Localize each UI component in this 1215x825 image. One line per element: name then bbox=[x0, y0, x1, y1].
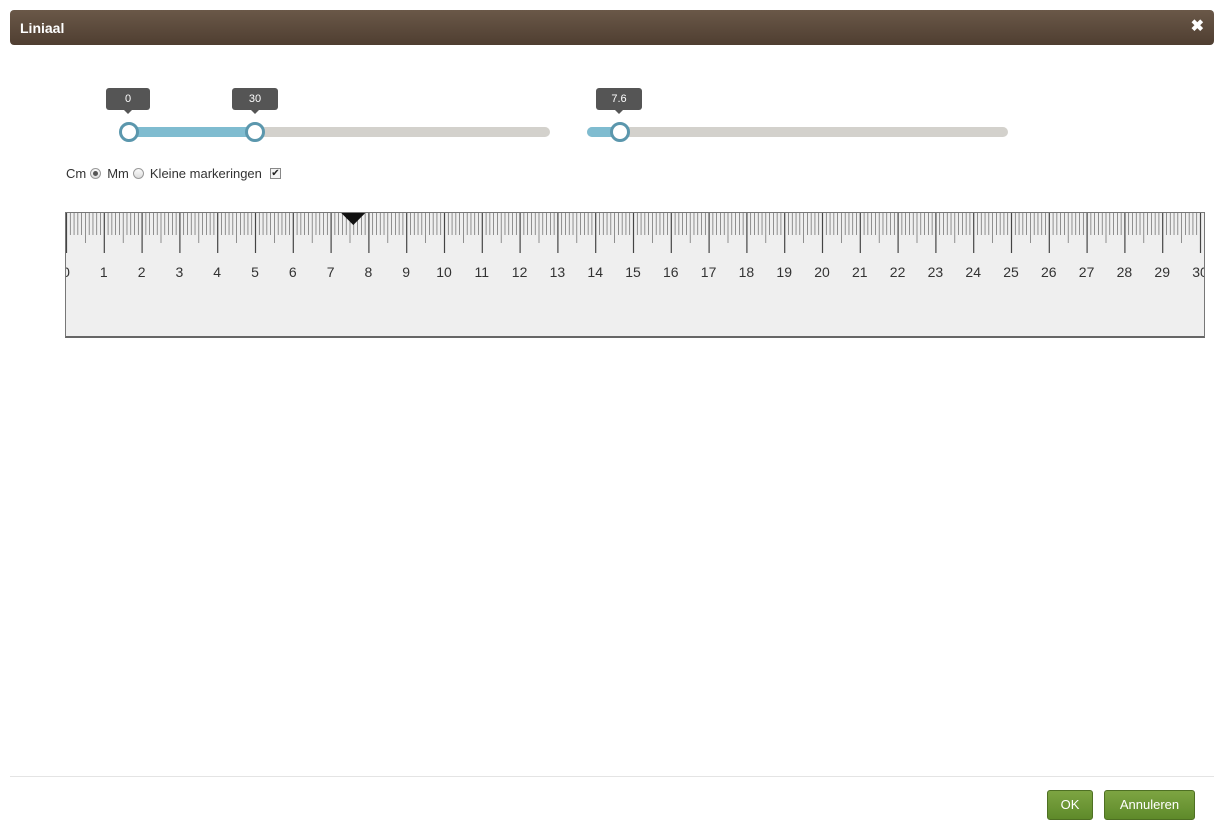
range-min-tooltip: 0 bbox=[106, 88, 150, 114]
dialog-title: Liniaal bbox=[20, 20, 65, 36]
unit-options: Cm Mm Kleine markeringen ✔ bbox=[66, 166, 281, 181]
ruler-label: 9 bbox=[402, 264, 410, 280]
ruler-label: 4 bbox=[213, 264, 221, 280]
ruler-label: 24 bbox=[965, 264, 981, 280]
ruler-label: 13 bbox=[550, 264, 566, 280]
ruler-label: 28 bbox=[1117, 264, 1133, 280]
ruler-label: 5 bbox=[251, 264, 259, 280]
ruler-label: 6 bbox=[289, 264, 297, 280]
ruler-label: 30 bbox=[1192, 264, 1205, 280]
ruler-label: 19 bbox=[776, 264, 792, 280]
ruler-label: 2 bbox=[138, 264, 146, 280]
position-tooltip: 7.6 bbox=[596, 88, 642, 114]
ruler-label: 23 bbox=[928, 264, 944, 280]
position-slider[interactable] bbox=[587, 122, 1008, 142]
ruler-label: 3 bbox=[176, 264, 184, 280]
ruler-label: 11 bbox=[475, 264, 490, 280]
ruler-label: 26 bbox=[1041, 264, 1057, 280]
small-marks-checkbox[interactable]: ✔ bbox=[269, 168, 281, 179]
ruler: 0123456789101112131415161718192021222324… bbox=[65, 212, 1205, 338]
ruler-label: 7 bbox=[327, 264, 335, 280]
cancel-button[interactable]: Annuleren bbox=[1104, 790, 1195, 820]
ruler-label: 18 bbox=[739, 264, 755, 280]
ruler-label: 15 bbox=[625, 264, 641, 280]
range-slider-fill bbox=[121, 127, 256, 137]
mm-label: Mm bbox=[107, 166, 129, 181]
ruler-label: 29 bbox=[1154, 264, 1170, 280]
ruler-label: 17 bbox=[701, 264, 717, 280]
ruler-label: 21 bbox=[852, 264, 868, 280]
range-slider-max-thumb[interactable] bbox=[245, 122, 265, 142]
cm-label: Cm bbox=[66, 166, 87, 181]
dialog-titlebar: Liniaal ✖ bbox=[10, 10, 1214, 45]
close-icon[interactable]: ✖ bbox=[1191, 19, 1204, 35]
range-slider[interactable] bbox=[119, 122, 550, 142]
cm-radio[interactable] bbox=[90, 168, 102, 179]
ruler-label: 22 bbox=[890, 264, 906, 280]
ruler-label: 1 bbox=[100, 264, 108, 280]
ruler-label: 0 bbox=[66, 264, 70, 280]
ruler-label: 27 bbox=[1079, 264, 1095, 280]
ruler-label: 10 bbox=[436, 264, 452, 280]
footer-divider bbox=[10, 776, 1214, 777]
range-slider-min-thumb[interactable] bbox=[119, 122, 139, 142]
range-max-tooltip: 30 bbox=[232, 88, 278, 114]
ruler-label: 14 bbox=[587, 264, 603, 280]
ruler-label: 8 bbox=[365, 264, 373, 280]
position-slider-thumb[interactable] bbox=[610, 122, 630, 142]
ruler-label: 20 bbox=[814, 264, 830, 280]
ruler-label: 25 bbox=[1003, 264, 1019, 280]
ok-button[interactable]: OK bbox=[1047, 790, 1093, 820]
ruler-label: 16 bbox=[663, 264, 679, 280]
mm-radio[interactable] bbox=[132, 168, 144, 179]
small-marks-label: Kleine markeringen bbox=[149, 166, 262, 181]
ruler-label: 12 bbox=[512, 264, 528, 280]
ruler-scale: 0123456789101112131415161718192021222324… bbox=[66, 213, 1205, 280]
